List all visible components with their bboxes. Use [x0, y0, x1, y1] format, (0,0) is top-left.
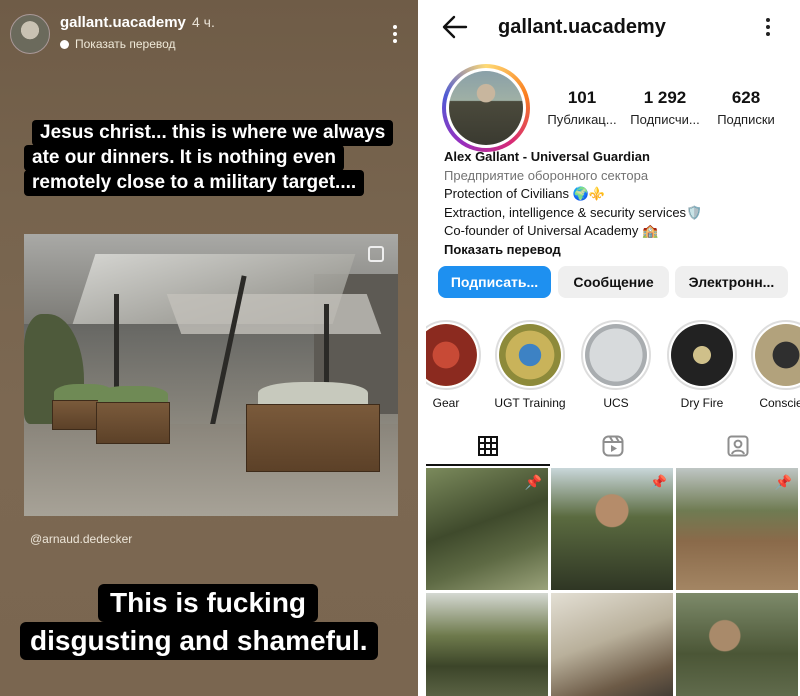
highlight-label: Dry Fire — [680, 396, 724, 410]
follow-button[interactable]: Подписать... — [438, 266, 551, 298]
stat-followers[interactable]: 1 292 Подписчи... — [623, 88, 707, 127]
bio-line: Protection of Civilians 🌍⚜️ — [444, 186, 605, 202]
grid-post[interactable] — [676, 593, 798, 696]
grid-post[interactable]: 📌 — [551, 468, 673, 590]
story-header: gallant.uacademy 4 ч. Показать перевод — [0, 0, 418, 64]
stat-value: 1 292 — [643, 88, 687, 107]
divider — [418, 0, 426, 696]
profile-category: Предприятие оборонного сектора — [444, 167, 649, 183]
pin-icon: 📌 — [774, 474, 792, 490]
highlight-dry-fire[interactable]: Dry Fire — [662, 320, 742, 410]
reels-icon — [602, 435, 624, 457]
grid-post[interactable] — [426, 593, 548, 696]
profile-avatar[interactable] — [442, 64, 530, 152]
story-avatar[interactable] — [10, 14, 50, 54]
bio-line: Extraction, intelligence & security serv… — [444, 204, 703, 220]
grid-post[interactable]: 📌 — [426, 468, 548, 590]
stat-following[interactable]: 628 Подписки — [704, 88, 788, 127]
back-arrow-icon[interactable] — [442, 14, 468, 40]
tab-grid[interactable] — [426, 428, 550, 466]
photo-credit: @arnaud.dedecker — [30, 532, 133, 546]
profile-bio: Alex Gallant - Universal Guardian Предпр… — [444, 148, 794, 260]
caption-line: Jesus christ... this is where we always — [32, 120, 394, 146]
story-photo — [24, 234, 398, 516]
caption-line: disgusting and shameful. — [20, 622, 378, 660]
story-translate-label: Показать перевод — [75, 37, 176, 51]
highlight-label: UGT Training — [494, 396, 566, 410]
profile-view: gallant.uacademy 101 Публикац... 1 292 П… — [426, 0, 800, 696]
tab-tagged[interactable] — [676, 428, 800, 464]
photo-frame-icon — [368, 246, 384, 262]
story-more-icon[interactable] — [393, 25, 397, 43]
story-view: gallant.uacademy 4 ч. Показать перевод J… — [0, 0, 418, 696]
email-button[interactable]: Электронн... — [675, 266, 788, 298]
caption-line: remotely close to a military target.... — [24, 170, 365, 196]
profile-tabs — [426, 428, 800, 466]
highlight-ugt-training[interactable]: UGT Training — [490, 320, 570, 410]
highlight-label: Conscient — [759, 396, 800, 410]
message-button[interactable]: Сообщение — [558, 266, 669, 298]
grid-post[interactable] — [551, 593, 673, 696]
stat-value: 101 — [567, 88, 597, 107]
stat-label: Подписчи... — [630, 112, 700, 127]
stat-label: Подписки — [717, 112, 775, 127]
bio-translate-link[interactable]: Показать перевод — [444, 241, 794, 260]
highlight-ucs[interactable]: UCS — [576, 320, 656, 410]
stat-label: Публикац... — [547, 112, 617, 127]
story-translate-link[interactable]: Показать перевод — [60, 37, 176, 51]
highlight-conscient[interactable]: Conscient — [746, 320, 800, 410]
tagged-icon — [727, 435, 749, 457]
story-timestamp: 4 ч. — [192, 14, 215, 30]
translate-dot-icon — [60, 39, 69, 49]
highlight-label: Gear — [432, 396, 460, 410]
bio-line: Co-founder of Universal Academy 🏫 — [444, 223, 659, 239]
pin-icon: 📌 — [649, 474, 667, 490]
profile-username: gallant.uacademy — [498, 16, 666, 38]
grid-post[interactable]: 📌 — [676, 468, 798, 590]
caption-line: ate our dinners. It is nothing even — [24, 145, 345, 171]
stat-posts[interactable]: 101 Публикац... — [540, 88, 624, 127]
grid-icon — [478, 436, 498, 456]
highlight-gear[interactable]: Gear — [426, 320, 486, 410]
profile-more-icon[interactable] — [766, 18, 770, 36]
profile-name: Alex Gallant - Universal Guardian — [444, 149, 650, 164]
highlight-label: UCS — [603, 396, 629, 410]
stat-value: 628 — [731, 88, 761, 107]
caption-line: This is fucking — [98, 584, 319, 622]
tab-reels[interactable] — [551, 428, 675, 464]
pin-icon: 📌 — [524, 474, 542, 490]
story-username[interactable]: gallant.uacademy — [60, 14, 186, 31]
